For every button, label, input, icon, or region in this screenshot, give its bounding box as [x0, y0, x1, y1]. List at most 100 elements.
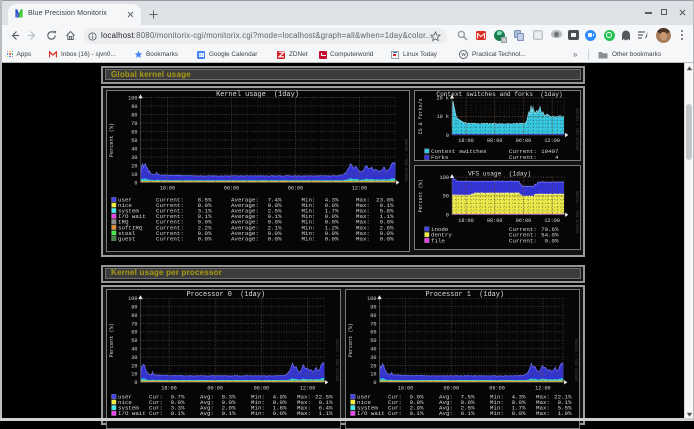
- svg-text:4: 4: [555, 154, 559, 161]
- svg-text:80: 80: [131, 312, 137, 318]
- svg-text:20 k: 20 k: [436, 96, 448, 102]
- svg-text:12:00: 12:00: [544, 138, 560, 144]
- svg-text:Cur:: Cur:: [149, 410, 163, 417]
- svg-text:Min:: Min:: [301, 235, 315, 242]
- svg-text:06:00: 06:00: [287, 186, 303, 192]
- svg-text:50: 50: [370, 338, 376, 344]
- svg-text:50: 50: [131, 138, 137, 144]
- svg-text:Max:: Max:: [297, 410, 311, 417]
- svg-text:0: 0: [134, 180, 137, 186]
- svg-text:Avg:: Avg:: [439, 410, 453, 417]
- svg-text:00:00: 00:00: [207, 385, 223, 391]
- svg-text:file: file: [431, 237, 445, 244]
- svg-text:RRDTOOL / TOBI OETIKER: RRDTOOL / TOBI OETIKER: [574, 339, 578, 381]
- svg-text:20: 20: [131, 363, 137, 369]
- svg-text:50: 50: [442, 193, 448, 199]
- svg-text:Cur:: Cur:: [388, 410, 402, 417]
- svg-text:18:00: 18:00: [161, 385, 177, 391]
- svg-text:RRDTOOL / TOBI OETIKER: RRDTOOL / TOBI OETIKER: [575, 190, 579, 232]
- svg-text:0.1%: 0.1%: [170, 410, 184, 417]
- svg-text:40: 40: [370, 346, 376, 352]
- svg-text:90: 90: [370, 304, 376, 310]
- svg-text:00:00: 00:00: [486, 217, 502, 223]
- svg-text:40: 40: [131, 346, 137, 352]
- svg-text:0.0%: 0.0%: [324, 235, 338, 242]
- svg-text:0.1%: 0.1%: [221, 410, 235, 417]
- svg-text:1.0%: 1.0%: [557, 410, 571, 417]
- svg-text:Processor 1 (1day): Processor 1 (1day): [425, 290, 504, 298]
- svg-text:06:00: 06:00: [253, 385, 269, 391]
- svg-text:50: 50: [131, 338, 137, 344]
- svg-text:RRDTOOL / TOBI OETIKER: RRDTOOL / TOBI OETIKER: [335, 339, 339, 381]
- svg-text:RRDTOOL / TOBI OETIKER: RRDTOOL / TOBI OETIKER: [404, 139, 408, 181]
- svg-text:1.1%: 1.1%: [318, 410, 332, 417]
- svg-text:0.0%: 0.0%: [272, 410, 286, 417]
- svg-text:06:00: 06:00: [515, 138, 531, 144]
- svg-text:Current:: Current:: [156, 235, 184, 242]
- svg-text:RRDTOOL / TOBI OETIKER: RRDTOOL / TOBI OETIKER: [575, 108, 579, 150]
- svg-text:VFS usage (1day): VFS usage (1day): [467, 170, 530, 177]
- svg-text:0: 0: [373, 380, 376, 386]
- svg-text:12:00: 12:00: [544, 217, 560, 223]
- svg-text:I/O wait: I/O wait: [357, 410, 385, 417]
- svg-text:10 k: 10 k: [436, 114, 448, 120]
- svg-text:20: 20: [370, 363, 376, 369]
- svg-text:06:00: 06:00: [489, 385, 505, 391]
- svg-text:18:00: 18:00: [458, 138, 474, 144]
- svg-text:0.0%: 0.0%: [379, 235, 393, 242]
- svg-text:10: 10: [131, 371, 137, 377]
- svg-text:30: 30: [131, 354, 137, 360]
- svg-text:Max:: Max:: [536, 410, 550, 417]
- svg-text:Current:: Current:: [509, 154, 537, 161]
- svg-text:Max:: Max:: [356, 235, 370, 242]
- svg-text:0.0%: 0.0%: [544, 237, 558, 244]
- svg-text:Current:: Current:: [509, 237, 537, 244]
- svg-text:Processor 0 (1day): Processor 0 (1day): [186, 290, 265, 298]
- svg-text:Min:: Min:: [490, 410, 504, 417]
- svg-text:40: 40: [131, 146, 137, 152]
- svg-text:10: 10: [131, 172, 137, 178]
- svg-text:00:00: 00:00: [223, 186, 239, 192]
- svg-text:Context switches and forks (1: Context switches and forks (1day): [436, 91, 562, 98]
- svg-text:0.1%: 0.1%: [409, 410, 423, 417]
- svg-text:Min:: Min:: [251, 410, 265, 417]
- svg-text:70: 70: [131, 321, 137, 327]
- svg-text:70: 70: [370, 321, 376, 327]
- svg-text:18:00: 18:00: [159, 186, 175, 192]
- svg-text:80: 80: [131, 112, 137, 118]
- svg-text:Forks: Forks: [431, 154, 448, 161]
- svg-text:12:00: 12:00: [351, 186, 367, 192]
- svg-text:60: 60: [131, 129, 137, 135]
- svg-text:I/O wait: I/O wait: [118, 410, 146, 417]
- svg-text:Percent (%): Percent (%): [348, 323, 354, 357]
- svg-text:0.0%: 0.0%: [511, 410, 525, 417]
- svg-text:Avg:: Avg:: [200, 410, 214, 417]
- svg-text:10: 10: [370, 371, 376, 377]
- svg-text:0.0%: 0.0%: [267, 235, 281, 242]
- svg-text:70: 70: [131, 121, 137, 127]
- svg-text:18:00: 18:00: [397, 385, 413, 391]
- svg-text:Average:: Average:: [231, 235, 259, 242]
- svg-text:80: 80: [370, 312, 376, 318]
- svg-text:100: 100: [128, 95, 137, 101]
- svg-text:0: 0: [445, 133, 448, 139]
- svg-text:Percent (%): Percent (%): [109, 323, 115, 357]
- svg-text:guest: guest: [118, 235, 135, 242]
- svg-text:30: 30: [370, 354, 376, 360]
- svg-text:90: 90: [131, 304, 137, 310]
- svg-text:Percent (%): Percent (%): [109, 123, 115, 157]
- svg-text:18:00: 18:00: [458, 217, 474, 223]
- svg-text:90: 90: [131, 104, 137, 110]
- svg-text:12:00: 12:00: [535, 385, 551, 391]
- svg-text:00:00: 00:00: [486, 138, 502, 144]
- svg-text:100: 100: [439, 174, 448, 180]
- svg-text:0.0%: 0.0%: [197, 235, 211, 242]
- svg-text:CS & forks/s: CS & forks/s: [418, 98, 424, 134]
- svg-text:0.1%: 0.1%: [460, 410, 474, 417]
- svg-text:60: 60: [370, 329, 376, 335]
- svg-text:30: 30: [131, 155, 137, 161]
- svg-text:60: 60: [131, 329, 137, 335]
- svg-text:06:00: 06:00: [515, 217, 531, 223]
- svg-text:0: 0: [445, 212, 448, 218]
- svg-text:Percent (%): Percent (%): [418, 179, 424, 212]
